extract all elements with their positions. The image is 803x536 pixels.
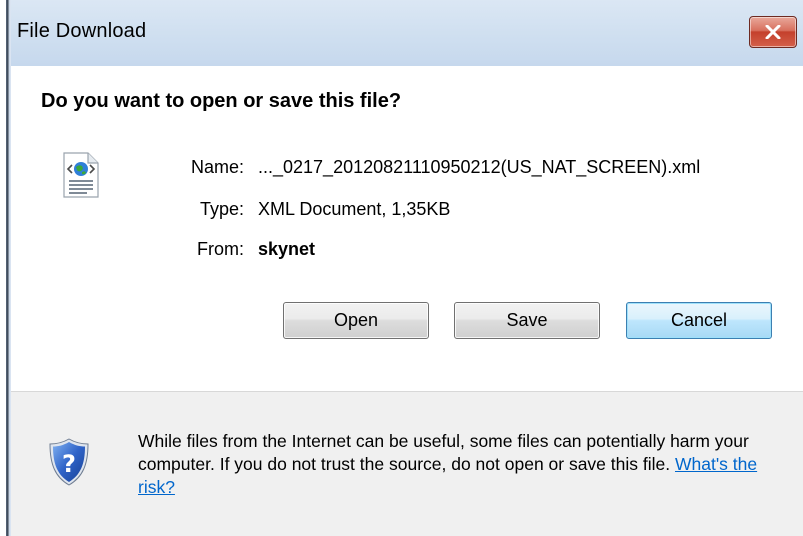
svg-text:?: ? (62, 450, 76, 478)
file-type-value: XML Document, 1,35KB (258, 199, 451, 219)
dialog-content: Do you want to open or save this file? N… (11, 66, 803, 536)
security-warning-text: While files from the Internet can be use… (138, 430, 788, 499)
cancel-button[interactable]: Cancel (626, 302, 772, 339)
open-button[interactable]: Open (283, 302, 429, 339)
window-border-left (0, 0, 11, 536)
file-source-value: skynet (258, 239, 316, 259)
file-name-value: ..._0217_20120821110950212(US_NAT_SCREEN… (258, 157, 701, 177)
from-label: From: (197, 239, 244, 259)
window-title: File Download (17, 20, 147, 42)
warning-message: While files from the Internet can be use… (138, 431, 749, 474)
close-button[interactable] (749, 16, 797, 48)
dialog-heading: Do you want to open or save this file? (41, 90, 402, 112)
save-button[interactable]: Save (454, 302, 600, 339)
type-label: Type: (199, 199, 244, 219)
title-bar[interactable]: File Download (11, 0, 803, 66)
file-download-dialog: File Download Do you want to open or sav… (11, 0, 803, 536)
name-label: Name: (190, 157, 244, 177)
security-warning-area: ? While files from the Internet can be u… (11, 392, 803, 536)
security-shield-question-icon: ? (49, 438, 89, 486)
close-icon (765, 25, 781, 39)
